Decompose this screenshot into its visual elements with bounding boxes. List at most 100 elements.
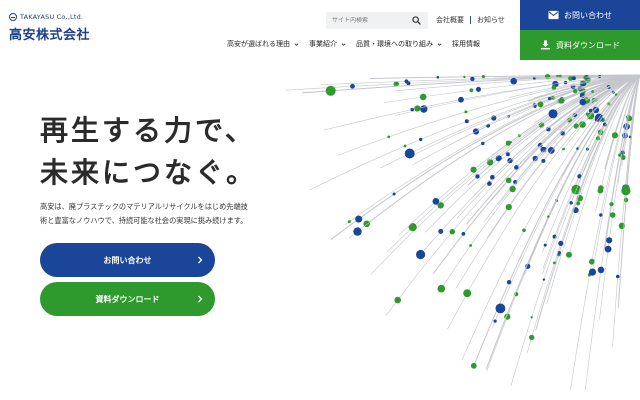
- fiber-dot: [558, 240, 564, 246]
- fiber-dot: [506, 280, 512, 285]
- fiber-dot: [532, 155, 539, 162]
- util-link-company[interactable]: 会社概要: [436, 15, 464, 25]
- fiber-dot: [493, 319, 497, 323]
- header-contact-button[interactable]: お問い合わせ: [520, 0, 640, 30]
- fiber-dot: [464, 119, 469, 124]
- logo-japanese-name: 高安株式会社: [9, 28, 91, 43]
- fiber-dot: [404, 148, 415, 159]
- fiber-dot: [611, 132, 619, 139]
- fiber-dot: [408, 223, 417, 232]
- fiber-dot: [548, 109, 558, 119]
- fiber-dot: [490, 174, 495, 180]
- fiber-dot: [529, 334, 535, 341]
- hero-fiber-illustration: [285, 74, 640, 391]
- fiber-dot: [505, 152, 510, 157]
- fiber-dot: [547, 215, 550, 218]
- fiber-dot: [469, 88, 474, 93]
- header-contact-label: お問い合わせ: [564, 10, 612, 20]
- main-nav: 高安が選ばれる理由 事業紹介 品質・環境への取り組み 採用情報: [227, 39, 490, 49]
- fiber-dot: [353, 227, 362, 236]
- nav-item-business[interactable]: 事業紹介: [309, 39, 346, 49]
- fiber-strand: [491, 74, 640, 329]
- fiber-dot: [543, 243, 547, 247]
- fiber-dot: [505, 177, 512, 184]
- site-logo[interactable]: TAKAYASU Co.,Ltd. 高安株式会社: [9, 13, 90, 43]
- nav-item-quality[interactable]: 品質・環境への取り組み: [356, 39, 442, 49]
- fiber-dot: [464, 110, 468, 114]
- logo-english-name: TAKAYASU Co.,Ltd.: [20, 13, 84, 21]
- chevron-right-icon: [198, 256, 203, 264]
- fiber-dot: [597, 266, 605, 274]
- logo-mark-icon: [9, 13, 17, 21]
- fiber-dot: [458, 96, 464, 103]
- fiber-dot: [542, 278, 546, 281]
- fiber-dot: [609, 212, 616, 218]
- fiber-dot: [583, 76, 587, 80]
- fiber-dot: [588, 108, 593, 113]
- util-link-divider: [470, 16, 471, 24]
- fiber-dot: [470, 362, 477, 369]
- fiber-dot: [394, 296, 401, 304]
- mail-icon: [548, 10, 559, 20]
- fiber-dot: [414, 105, 421, 112]
- fiber-dot: [585, 112, 589, 116]
- fiber-dot: [416, 249, 426, 260]
- site-search: [326, 12, 428, 29]
- hero-section: 再生する力で、 未来につなぐ。 高安は、廃プラスチックのマテリアルリサイクルをは…: [0, 60, 640, 400]
- hero-title: 再生する力で、 未来につなぐ。: [40, 110, 257, 194]
- search-icon[interactable]: [412, 16, 421, 25]
- fiber-dot: [436, 76, 440, 79]
- hero-title-line-2: 未来につなぐ。: [40, 156, 258, 189]
- nav-item-recruit[interactable]: 採用情報: [452, 39, 480, 49]
- fiber-strand: [612, 74, 640, 347]
- chevron-down-icon: [294, 42, 299, 46]
- fiber-dot: [530, 316, 533, 319]
- fiber-dot: [404, 79, 409, 84]
- fiber-dot: [541, 158, 546, 163]
- nav-item-reasons[interactable]: 高安が選ばれる理由: [227, 39, 299, 49]
- chevron-down-icon: [341, 42, 346, 46]
- fiber-dot: [463, 289, 472, 298]
- chevron-down-icon: [437, 42, 442, 46]
- fiber-dot: [410, 107, 414, 112]
- fiber-dot: [438, 228, 444, 234]
- fiber-dot: [509, 185, 516, 193]
- fiber-dot: [355, 215, 363, 223]
- fiber-dot: [392, 192, 396, 196]
- nav-item-label: 高安が選ばれる理由: [227, 40, 290, 48]
- util-link-news[interactable]: お知らせ: [477, 15, 505, 25]
- fiber-dot: [606, 237, 613, 244]
- fiber-dot: [621, 186, 631, 196]
- hero-desc-line-2: 術と豊富なノウハウで、持続可能な社会の実現に挑み続けます。: [40, 216, 248, 225]
- fiber-dot: [350, 83, 355, 89]
- fiber-dot: [543, 147, 547, 151]
- fiber-dot: [618, 153, 622, 157]
- fiber-dot: [548, 97, 552, 101]
- hero-download-button[interactable]: 資料ダウンロード: [40, 282, 215, 316]
- fiber-dot: [558, 97, 565, 104]
- fiber-dot: [419, 137, 423, 142]
- fiber-dot: [604, 245, 612, 253]
- fiber-dot: [573, 123, 579, 129]
- fiber-dot: [481, 141, 485, 146]
- fiber-dot: [616, 274, 620, 279]
- fiber-dot: [579, 98, 587, 106]
- fiber-dot: [387, 135, 391, 139]
- fiber-dot: [461, 232, 466, 236]
- fiber-dot: [533, 105, 537, 108]
- fiber-dot: [505, 204, 512, 211]
- nav-item-label: 採用情報: [452, 40, 480, 48]
- fiber-strand: [398, 74, 640, 236]
- nav-item-label: 事業紹介: [309, 40, 337, 48]
- fiber-dot: [403, 144, 407, 148]
- hero-contact-label: お問い合わせ: [103, 255, 152, 265]
- site-header: TAKAYASU Co.,Ltd. 高安株式会社 会社概要 お知らせ 高安が選ば…: [0, 0, 640, 60]
- hero-desc-line-1: 高安は、廃プラスチックのマテリアルリサイクルをはじめ先端技: [40, 202, 248, 211]
- search-input[interactable]: [332, 17, 412, 24]
- fiber-dot: [325, 85, 336, 96]
- fiber-dot: [505, 140, 511, 146]
- fiber-dot: [437, 284, 446, 293]
- hero-contact-button[interactable]: お問い合わせ: [40, 243, 215, 277]
- header-download-button[interactable]: 資料ダウンロード: [520, 30, 640, 60]
- fiber-dot: [510, 77, 517, 85]
